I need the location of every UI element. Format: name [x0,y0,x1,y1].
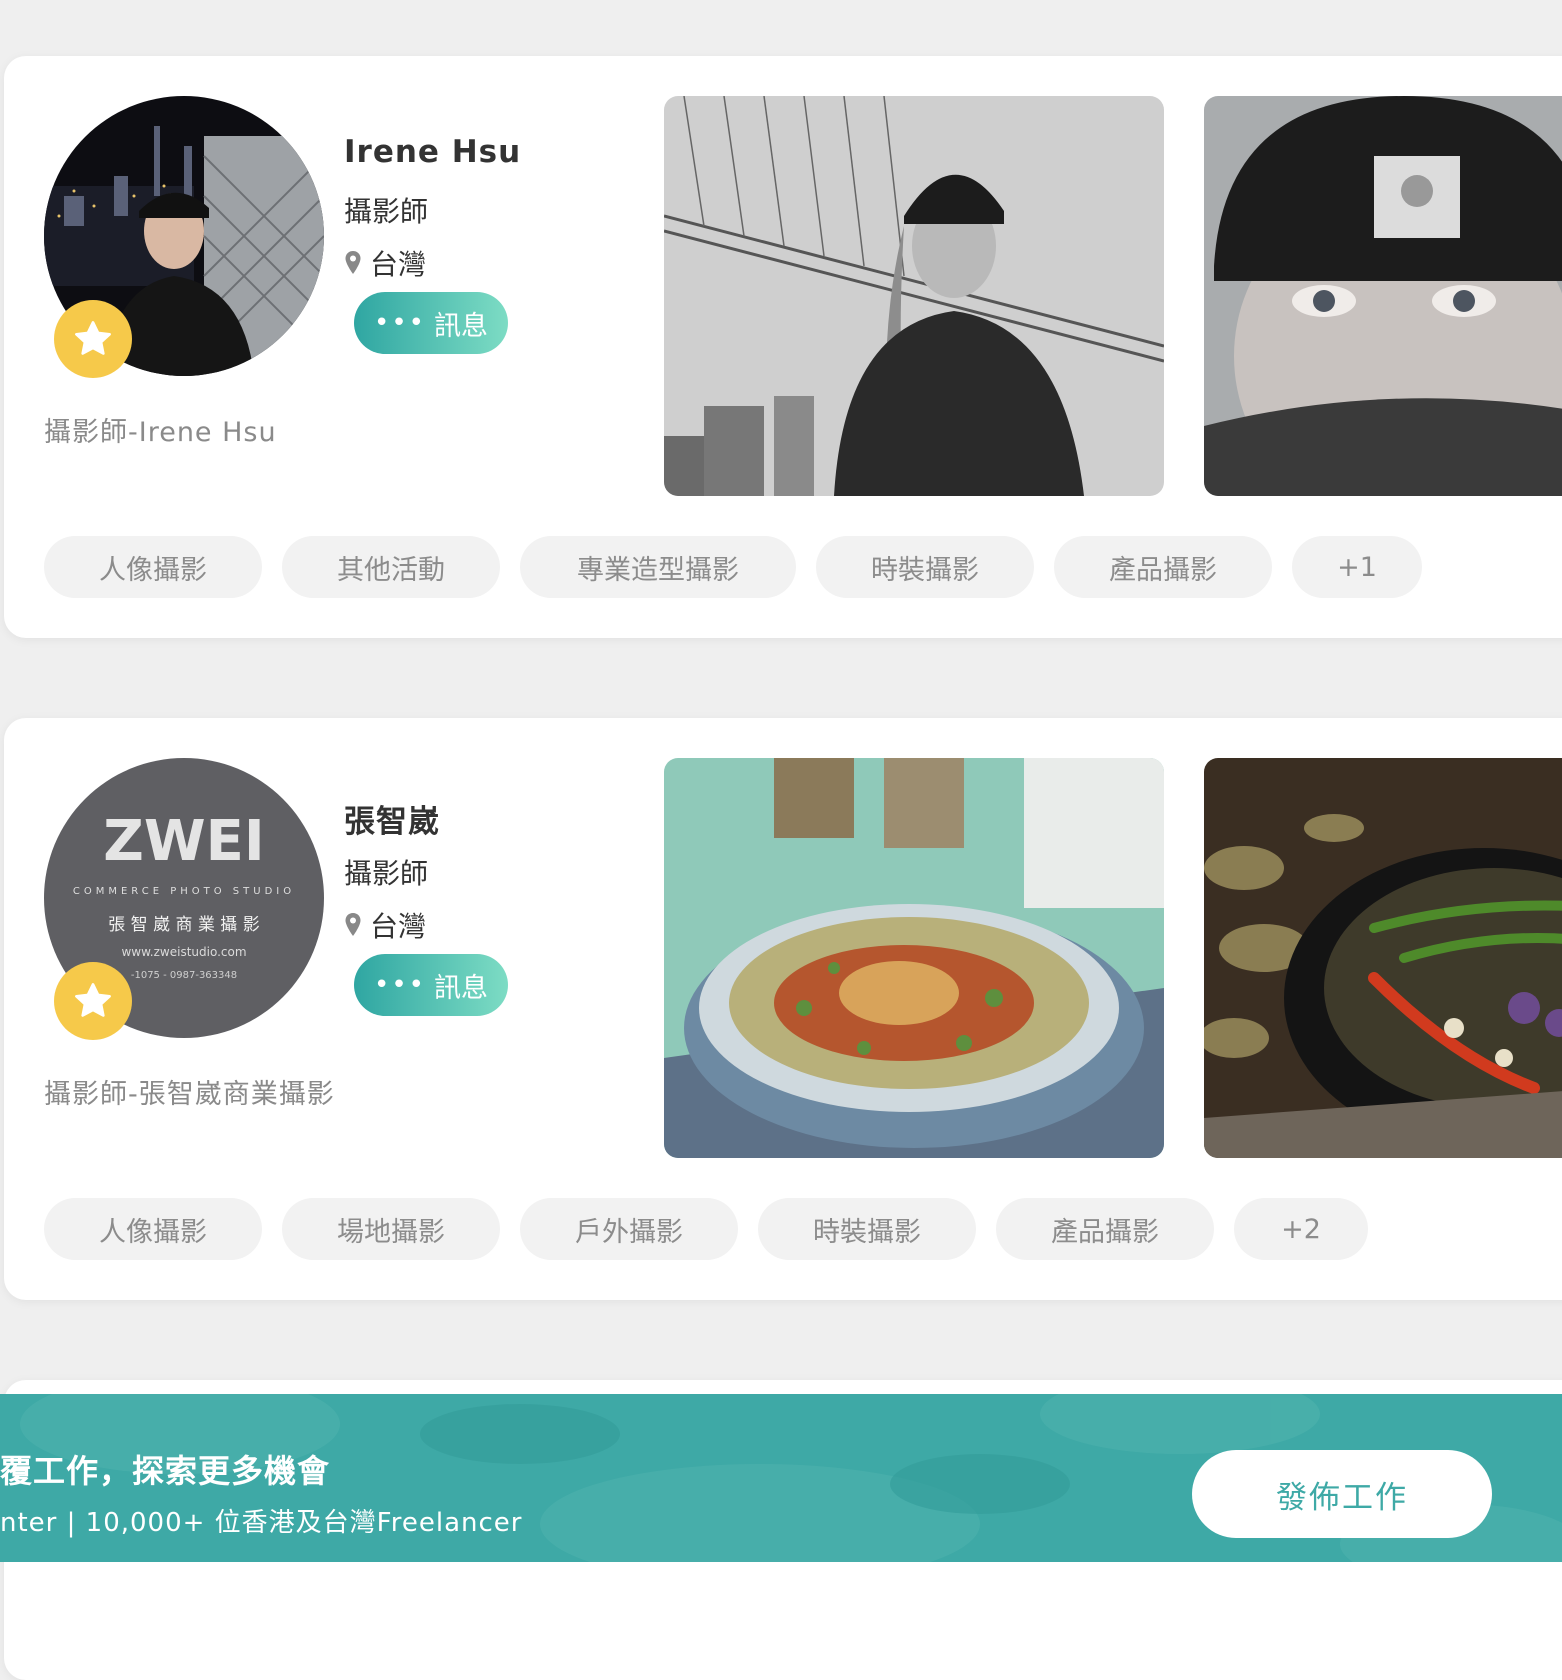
logo-phone: -1075 - 0987-363348 [131,970,237,981]
freelancer-name[interactable]: 張智崴 [344,796,440,841]
skill-tag[interactable]: 產品攝影 [996,1198,1214,1260]
freelancer-name[interactable]: Irene Hsu [344,134,521,170]
location-pin-icon [345,913,361,936]
more-tags-count[interactable]: +2 [1234,1198,1368,1260]
skill-tags: 人像攝影 場地攝影 戶外攝影 時裝攝影 產品攝影 +2 [44,1198,1368,1260]
skill-tag[interactable]: 產品攝影 [1054,536,1272,598]
logo-tagline: COMMERCE PHOTO STUDIO [73,886,295,897]
skill-tag[interactable]: 人像攝影 [44,536,262,598]
listing-subtitle: 攝影師-Irene Hsu [44,417,277,448]
logo-site: www.zweistudio.com [121,945,246,959]
skill-tag[interactable]: 專業造型攝影 [520,536,796,598]
banner-subtitle: nter | 10,000+ 位香港及台灣Freelancer [0,1508,523,1538]
star-icon [75,983,111,1017]
featured-star-badge [54,962,132,1040]
logo-cn-name: 張 智 崴 商 業 攝 影 [108,915,259,935]
post-job-button[interactable]: 發佈工作 [1192,1450,1492,1538]
portfolio-image [1204,758,1562,1158]
skill-tag[interactable]: 時裝攝影 [816,536,1034,598]
message-button[interactable]: ••• 訊息 [354,954,508,1016]
freelancer-role: 攝影師 [344,195,429,228]
chat-dots-icon: ••• [373,308,426,338]
message-button-label: 訊息 [434,310,488,342]
message-button[interactable]: ••• 訊息 [354,292,508,354]
freelancer-card[interactable]: ZWEI COMMERCE PHOTO STUDIO 張 智 崴 商 業 攝 影… [4,718,1562,1300]
skill-tags: 人像攝影 其他活動 專業造型攝影 時裝攝影 產品攝影 +1 [44,536,1422,598]
chat-dots-icon: ••• [373,970,426,1000]
portfolio-image [664,96,1164,496]
skill-tag[interactable]: 人像攝影 [44,1198,262,1260]
portfolio-photo[interactable] [1204,758,1562,1158]
skill-tag[interactable]: 戶外攝影 [520,1198,738,1260]
banner-title: 覆工作，探索更多機會 [0,1452,331,1490]
portfolio-photo[interactable] [664,758,1164,1158]
portfolio-image [664,758,1164,1158]
location-label: 台灣 [370,910,427,943]
featured-star-badge [54,300,132,378]
message-button-label: 訊息 [434,972,488,1004]
freelancer-card[interactable]: Irene Hsu 攝影師 台灣 ••• 訊息 攝影師-Irene Hsu 人像… [4,56,1562,638]
portfolio-photo[interactable] [1204,96,1562,496]
skill-tag[interactable]: 場地攝影 [282,1198,500,1260]
portfolio-image [1204,96,1562,496]
location-pin-icon [345,251,361,274]
post-job-banner: 覆工作，探索更多機會 nter | 10,000+ 位香港及台灣Freelanc… [0,1394,1562,1562]
portfolio-photo[interactable] [664,96,1164,496]
location-label: 台灣 [370,248,427,281]
logo-brand: ZWEI [103,809,264,874]
freelancer-role: 攝影師 [344,857,429,890]
skill-tag[interactable]: 時裝攝影 [758,1198,976,1260]
listing-subtitle: 攝影師-張智崴商業攝影 [44,1079,335,1110]
location: 台灣 [344,243,426,283]
location: 台灣 [344,905,426,945]
skill-tag[interactable]: 其他活動 [282,536,500,598]
more-tags-count[interactable]: +1 [1292,536,1422,598]
star-icon [75,321,111,355]
